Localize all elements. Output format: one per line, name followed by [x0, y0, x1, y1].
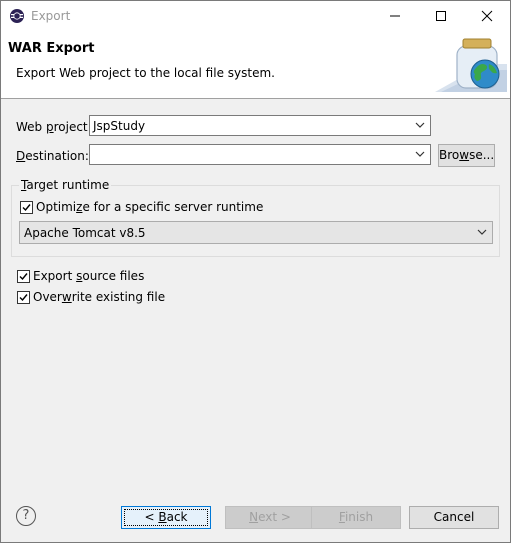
close-icon: [481, 10, 493, 22]
export-source-label: Export source files: [33, 269, 145, 283]
minimize-button[interactable]: [372, 1, 418, 31]
checkmark-icon: [19, 294, 28, 302]
focus-ring: [124, 509, 208, 526]
minimize-icon: [390, 15, 400, 17]
web-project-value: JspStudy: [93, 119, 146, 133]
finish-button[interactable]: Finish: [311, 506, 401, 529]
title-bar: Export: [1, 1, 510, 31]
export-source-checkbox[interactable]: [17, 270, 30, 283]
destination-label: Destination:: [16, 149, 89, 163]
maximize-icon: [436, 11, 446, 21]
optimize-runtime-checkbox[interactable]: [20, 201, 33, 214]
web-project-combo[interactable]: JspStudy: [89, 115, 431, 136]
chevron-down-icon: [477, 229, 487, 235]
server-runtime-select[interactable]: Apache Tomcat v8.5: [19, 221, 493, 244]
close-button[interactable]: [464, 1, 510, 31]
checkmark-icon: [19, 273, 28, 281]
wizard-page: Web project: JspStudy Destination: Brows…: [1, 99, 510, 489]
browse-button[interactable]: Browse...: [438, 144, 495, 167]
web-project-label: Web project:: [16, 120, 92, 134]
wizard-description: Export Web project to the local file sys…: [16, 66, 275, 80]
overwrite-label: Overwrite existing file: [33, 290, 166, 304]
back-button[interactable]: < Back: [121, 506, 211, 529]
overwrite-checkbox[interactable]: [17, 291, 30, 304]
target-runtime-title: Target runtime: [19, 178, 112, 192]
jar-globe-icon: [435, 38, 507, 92]
maximize-button[interactable]: [418, 1, 464, 31]
help-icon[interactable]: ?: [16, 506, 36, 526]
server-runtime-value: Apache Tomcat v8.5: [24, 226, 146, 240]
wizard-banner: WAR Export Export Web project to the loc…: [1, 31, 510, 99]
destination-combo[interactable]: [89, 144, 431, 165]
checkmark-icon: [22, 204, 31, 212]
cancel-button[interactable]: Cancel: [409, 506, 499, 529]
button-bar: ? < Back Next > Finish Cancel: [1, 489, 510, 542]
next-button[interactable]: Next >: [225, 506, 315, 529]
window-title: Export: [31, 9, 71, 23]
wizard-title: WAR Export: [8, 41, 95, 56]
eclipse-icon: [10, 9, 24, 23]
export-dialog: Export WAR Export Export Web project to …: [0, 0, 511, 543]
chevron-down-icon: [415, 122, 425, 128]
optimize-runtime-label: Optimize for a specific server runtime: [36, 200, 264, 214]
chevron-down-icon: [415, 151, 425, 157]
